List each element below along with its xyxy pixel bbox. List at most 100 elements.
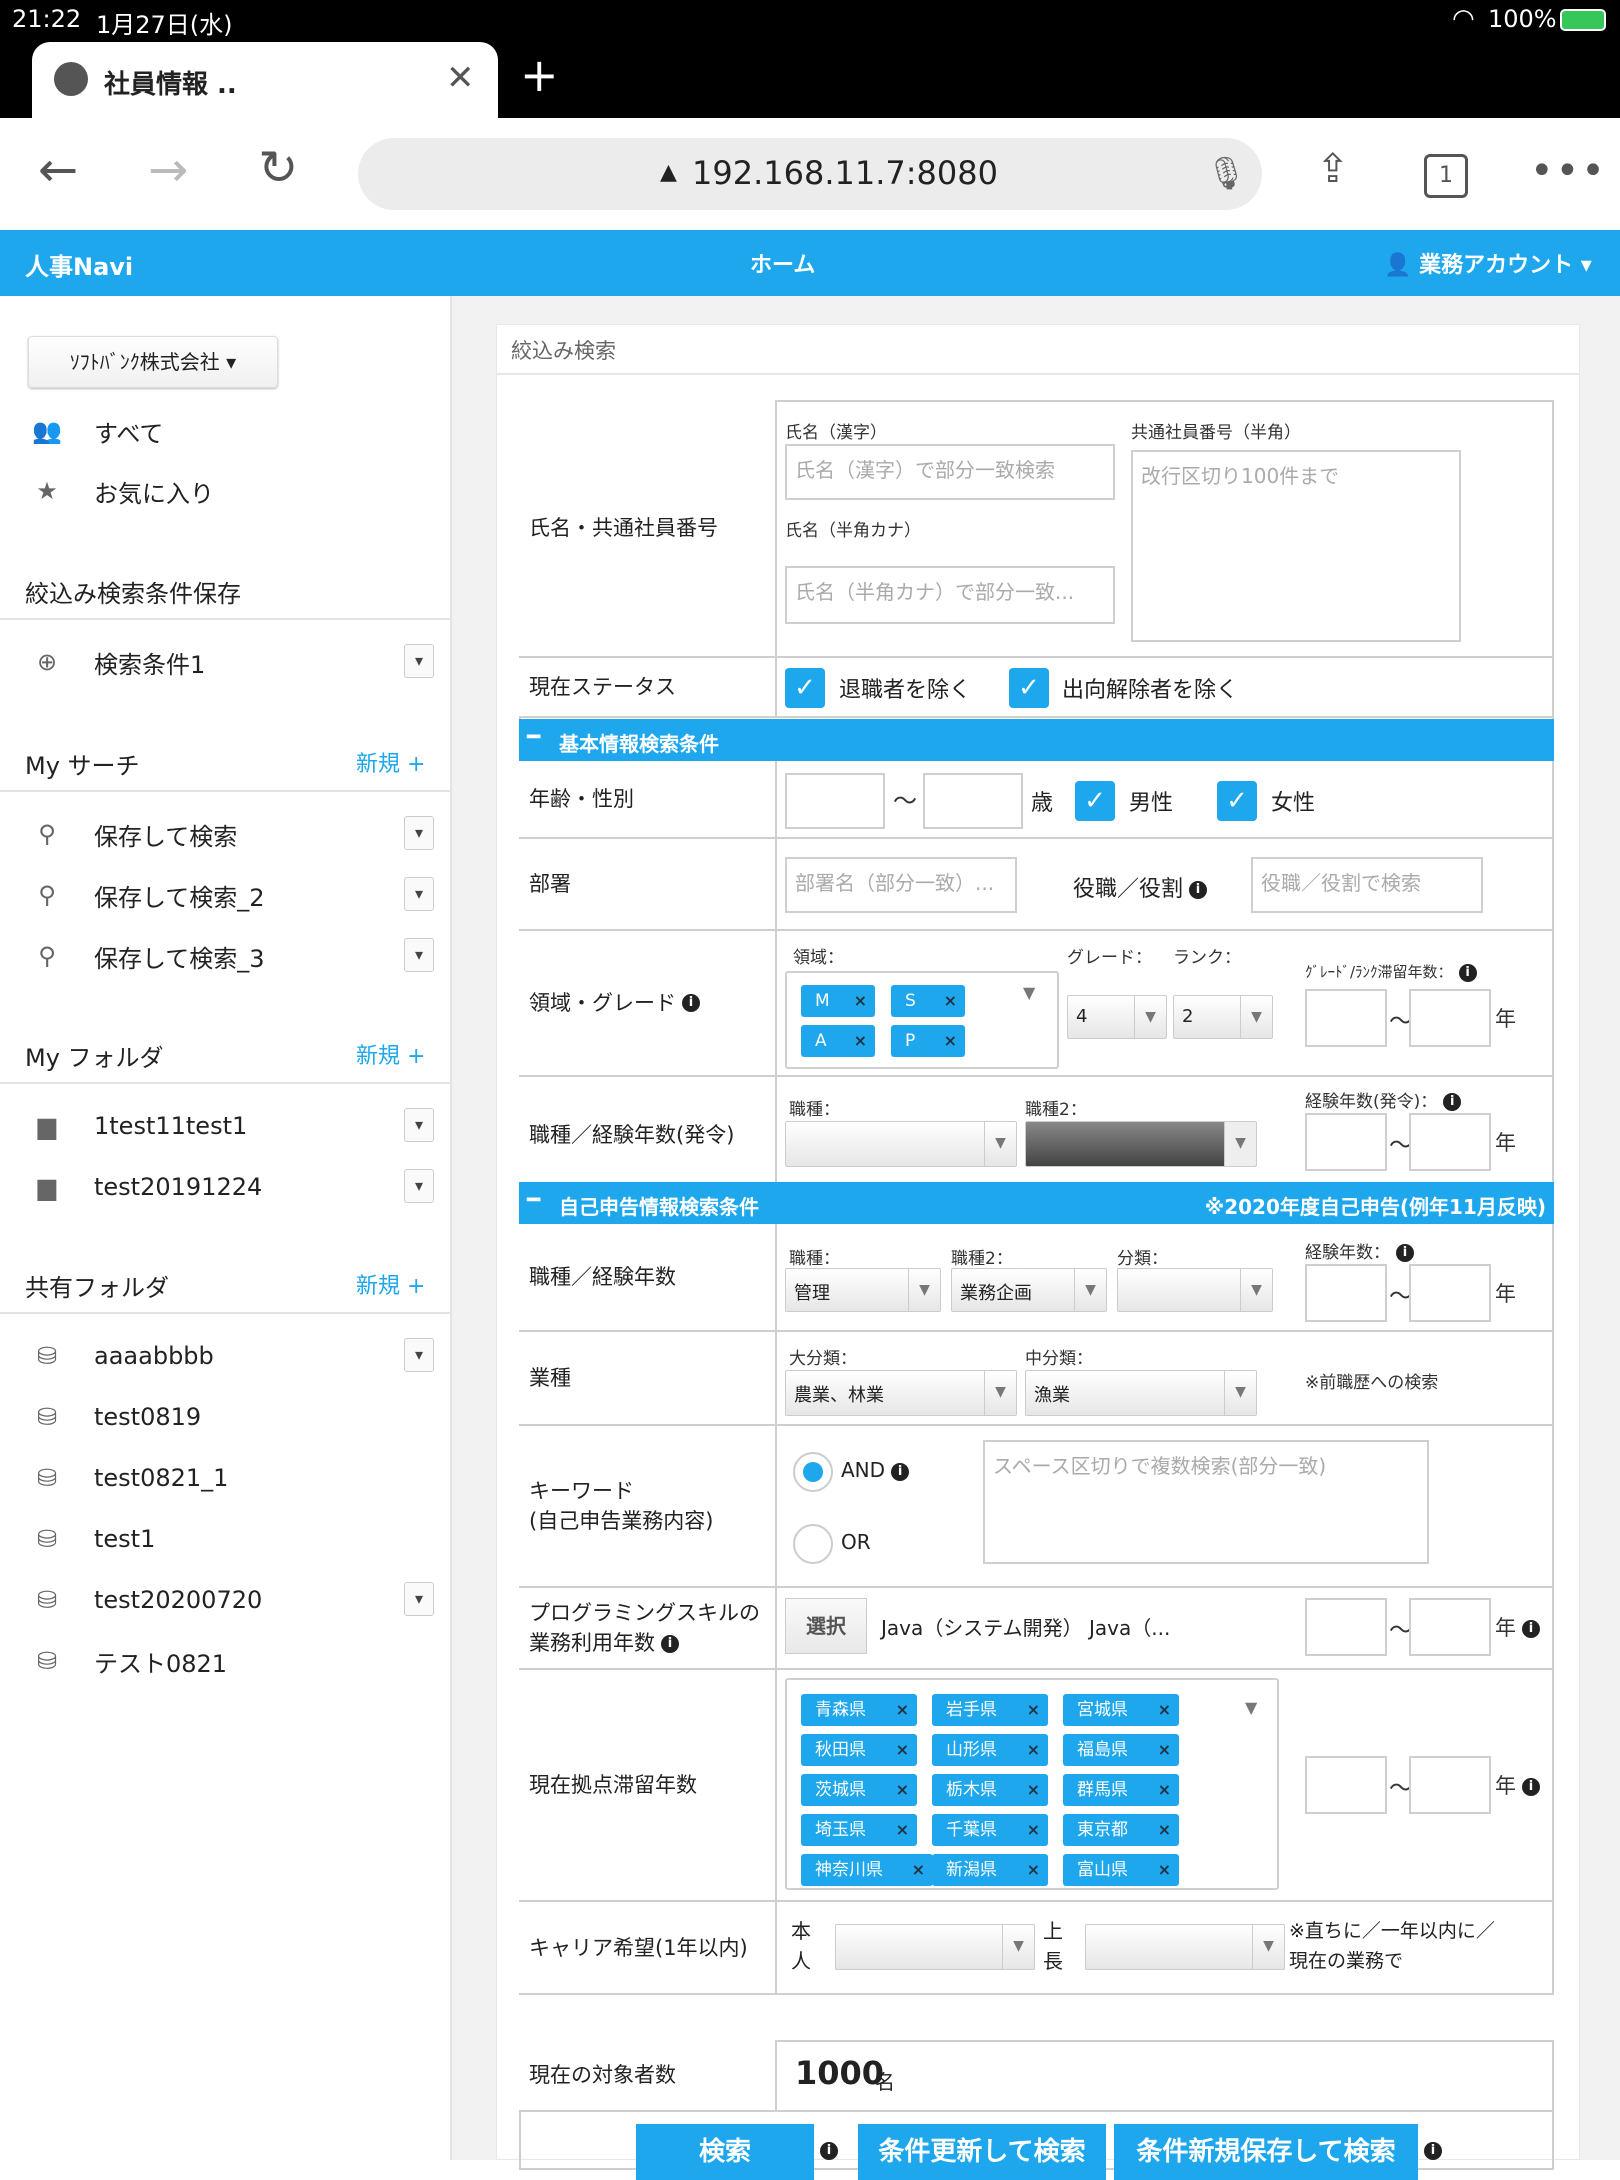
or-radio[interactable] xyxy=(793,1524,833,1564)
chevron-down-icon[interactable]: ▾ xyxy=(404,877,434,911)
stay-max-input[interactable] xyxy=(1409,989,1491,1047)
info-icon[interactable]: i xyxy=(682,994,700,1012)
self-exp-min-input[interactable] xyxy=(1305,1264,1387,1322)
app-brand[interactable]: 人事Navi xyxy=(25,247,133,282)
prefecture-tag[interactable]: 福島県 × xyxy=(1063,1734,1179,1766)
female-checkbox[interactable]: ✓ xyxy=(1217,781,1257,821)
info-icon[interactable]: i xyxy=(1522,1620,1540,1638)
saved-item[interactable]: ⊕ 検索条件1 xyxy=(32,642,205,682)
info-icon[interactable]: i xyxy=(1458,963,1477,982)
prefecture-tag[interactable]: 秋田県 × xyxy=(801,1734,917,1766)
remove-tag-icon[interactable]: × xyxy=(1158,1694,1171,1726)
exclude-retired-checkbox[interactable]: ✓ xyxy=(785,668,825,708)
chevron-down-icon[interactable]: ▾ xyxy=(404,1338,434,1372)
info-icon[interactable]: i xyxy=(1396,1244,1414,1262)
remove-tag-icon[interactable]: × xyxy=(1027,1694,1040,1726)
chevron-down-icon[interactable]: ▾ xyxy=(404,1108,434,1142)
url-text[interactable]: 192.168.11.7:8080 xyxy=(692,154,998,192)
prefecture-tag[interactable]: 群馬県 × xyxy=(1063,1774,1179,1806)
section-basic[interactable]: ━ 基本情報検索条件 xyxy=(519,719,1554,761)
domain-tag[interactable]: S × xyxy=(891,985,965,1017)
kana-name-input[interactable]: 氏名（半角カナ）で部分一致... xyxy=(785,566,1115,624)
self-job-select[interactable]: 管理 ▼ xyxy=(785,1268,941,1312)
prefecture-tag[interactable]: 千葉県 × xyxy=(932,1814,1048,1846)
account-menu[interactable]: 👤 業務アカウント ▾ xyxy=(1384,247,1592,279)
chevron-down-icon[interactable]: ▾ xyxy=(404,644,434,678)
job-select[interactable]: ▼ xyxy=(785,1121,1017,1167)
shared-folder-item[interactable]: ⛁ test1 xyxy=(32,1519,155,1559)
prefecture-tag[interactable]: 東京都 × xyxy=(1063,1814,1179,1846)
update-search-button[interactable]: 条件更新して検索 xyxy=(858,2124,1106,2180)
skill-min-input[interactable] xyxy=(1305,1598,1387,1656)
remove-tag-icon[interactable]: × xyxy=(896,1734,909,1766)
sidebar-item-all[interactable]: 👥 すべて xyxy=(32,411,163,451)
self-exp-max-input[interactable] xyxy=(1409,1264,1491,1322)
stay-min-input[interactable] xyxy=(1305,989,1387,1047)
remove-tag-icon[interactable]: × xyxy=(854,985,867,1017)
info-icon[interactable]: i xyxy=(820,2142,838,2160)
my-search-new-button[interactable]: 新規 + xyxy=(356,746,425,778)
domain-tag[interactable]: P × xyxy=(891,1025,965,1057)
prefecture-tag[interactable]: 新潟県 × xyxy=(932,1854,1048,1886)
category-select[interactable]: ▼ xyxy=(1117,1268,1273,1312)
new-tab-icon[interactable]: + xyxy=(520,52,559,98)
remove-tag-icon[interactable]: × xyxy=(1027,1854,1040,1886)
remove-tag-icon[interactable]: × xyxy=(1158,1814,1171,1846)
tab-count[interactable]: 1 xyxy=(1424,154,1468,198)
back-icon[interactable]: ← xyxy=(38,146,78,194)
male-checkbox[interactable]: ✓ xyxy=(1075,781,1115,821)
age-max-input[interactable] xyxy=(923,773,1023,829)
microphone-icon[interactable]: 🎙 xyxy=(1206,154,1247,192)
shared-folder-item[interactable]: ⛁ テスト0821 xyxy=(32,1641,227,1681)
info-icon[interactable]: i xyxy=(1443,1093,1462,1111)
remove-tag-icon[interactable]: × xyxy=(1027,1734,1040,1766)
exp-min-input[interactable] xyxy=(1305,1113,1387,1171)
shared-folder-item[interactable]: ⛁ test20200720 xyxy=(32,1580,262,1620)
base-max-input[interactable] xyxy=(1409,1756,1491,1814)
remove-tag-icon[interactable]: × xyxy=(1158,1854,1171,1886)
prefecture-tag[interactable]: 山形県 × xyxy=(932,1734,1048,1766)
department-input[interactable]: 部署名（部分一致）... xyxy=(785,857,1017,913)
browser-tab[interactable]: 社員情報 .. ✕ xyxy=(32,42,498,120)
prefecture-tag[interactable]: 栃木県 × xyxy=(932,1774,1048,1806)
chevron-down-icon[interactable]: ▾ xyxy=(404,816,434,850)
remove-tag-icon[interactable]: × xyxy=(944,1025,957,1057)
company-dropdown[interactable]: ｿﾌﾄﾊﾞﾝｸ株式会社 ▾ xyxy=(28,336,278,388)
prefecture-tag[interactable]: 埼玉県 × xyxy=(801,1814,917,1846)
more-icon[interactable]: ••• xyxy=(1530,148,1607,194)
boss-career-select[interactable]: ▼ xyxy=(1085,1924,1285,1970)
shared-folder-item[interactable]: ⛁ aaaabbbb xyxy=(32,1336,214,1376)
forward-icon[interactable]: → xyxy=(148,146,188,194)
url-bar[interactable]: ▲ 192.168.11.7:8080 🎙 xyxy=(358,138,1262,210)
prefecture-tag[interactable]: 岩手県 × xyxy=(932,1694,1048,1726)
save-new-search-button[interactable]: 条件新規保存して検索 xyxy=(1114,2124,1418,2180)
shared-folder-item[interactable]: ⛁ test0819 xyxy=(32,1397,201,1437)
domain-tag[interactable]: A × xyxy=(801,1025,875,1057)
remove-tag-icon[interactable]: × xyxy=(1027,1814,1040,1846)
shared-folder-new-button[interactable]: 新規 + xyxy=(356,1268,425,1300)
grade-select[interactable]: 4 ▼ xyxy=(1067,995,1167,1039)
prefecture-tag[interactable]: 神奈川県 × xyxy=(801,1854,933,1886)
shared-folder-item[interactable]: ⛁ test0821_1 xyxy=(32,1458,229,1498)
kanji-name-input[interactable]: 氏名（漢字）で部分一致検索 xyxy=(785,444,1115,500)
prefecture-tag[interactable]: 宮城県 × xyxy=(1063,1694,1179,1726)
role-input[interactable]: 役職／役割で検索 xyxy=(1251,857,1483,913)
age-min-input[interactable] xyxy=(785,773,885,829)
remove-tag-icon[interactable]: × xyxy=(896,1774,909,1806)
my-search-item[interactable]: ⚲ 保存して検索 xyxy=(32,814,237,854)
my-folder-item[interactable]: ▆ test20191224 xyxy=(32,1167,262,1207)
my-search-item[interactable]: ⚲ 保存して検索_2 xyxy=(32,875,264,915)
info-icon[interactable]: i xyxy=(1424,2142,1442,2160)
prefecture-tag[interactable]: 青森県 × xyxy=(801,1694,917,1726)
my-search-item[interactable]: ⚲ 保存して検索_3 xyxy=(32,936,264,976)
self-career-select[interactable]: ▼ xyxy=(835,1924,1035,1970)
remove-tag-icon[interactable]: × xyxy=(854,1025,867,1057)
major-category-select[interactable]: 農業、林業 ▼ xyxy=(785,1370,1017,1416)
rank-select[interactable]: 2 ▼ xyxy=(1173,995,1273,1039)
domain-tag[interactable]: M × xyxy=(801,985,875,1017)
prefecture-tag[interactable]: 富山県 × xyxy=(1063,1854,1179,1886)
employee-number-textarea[interactable]: 改行区切り100件まで xyxy=(1131,450,1461,642)
remove-tag-icon[interactable]: × xyxy=(944,985,957,1017)
nav-home[interactable]: ホーム xyxy=(750,247,815,279)
remove-tag-icon[interactable]: × xyxy=(1158,1774,1171,1806)
